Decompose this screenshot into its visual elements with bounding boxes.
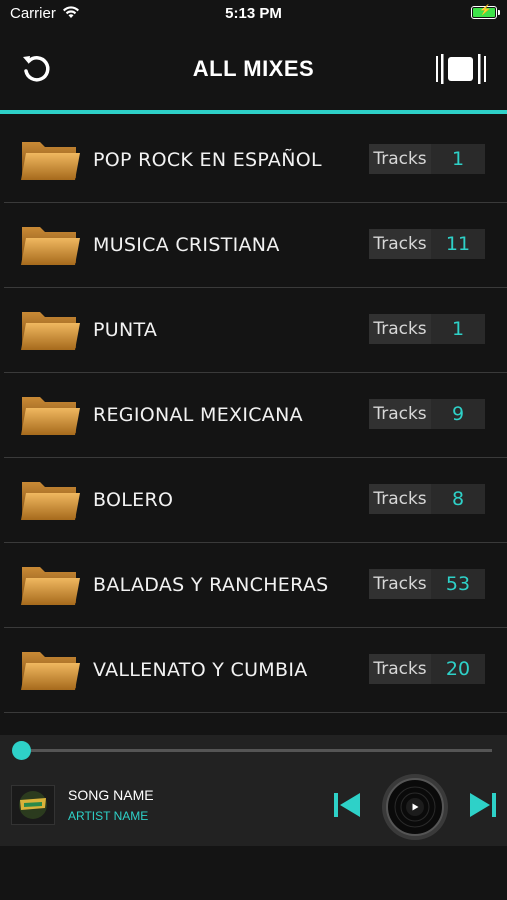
page-title: ALL MIXES xyxy=(192,56,315,81)
tracks-count: 53 xyxy=(445,573,471,595)
status-bar: Carrier 5:13 PM ⚡ xyxy=(0,0,507,28)
artist-name: ARTIST NAME xyxy=(68,809,149,823)
tracks-badge: Tracks 8 xyxy=(369,484,485,514)
mix-name: PUNTA xyxy=(93,319,158,341)
tracks-label: Tracks xyxy=(369,399,431,429)
list-item[interactable]: REGIONAL MEXICANA Tracks 9 xyxy=(4,373,507,458)
folder-icon xyxy=(20,223,80,267)
tracks-label: Tracks xyxy=(369,229,431,259)
list-item[interactable]: VALLENATO Y CUMBIA Tracks 20 xyxy=(4,628,507,713)
battery-icon: ⚡ xyxy=(471,5,500,19)
app-logo-icon[interactable] xyxy=(435,52,487,86)
tracks-label: Tracks xyxy=(369,569,431,599)
song-name: SONG NAME xyxy=(68,787,154,803)
tracks-label: Tracks xyxy=(369,484,431,514)
mix-name: BOLERO xyxy=(93,489,174,511)
tracks-badge: Tracks 1 xyxy=(369,314,485,344)
tracks-count: 8 xyxy=(451,488,465,510)
list-item[interactable]: MUSICA CRISTIANA Tracks 11 xyxy=(4,203,507,288)
folder-icon xyxy=(20,308,80,352)
clock: 5:13 PM xyxy=(225,5,282,22)
list-item[interactable]: PUNTA Tracks 1 xyxy=(4,288,507,373)
tracks-badge: Tracks 1 xyxy=(369,144,485,174)
album-art xyxy=(11,785,55,825)
mix-name: MUSICA CRISTIANA xyxy=(93,234,280,256)
folder-icon xyxy=(20,478,80,522)
folder-icon xyxy=(20,648,80,692)
mix-name: POP ROCK EN ESPAÑOL xyxy=(93,149,322,171)
mix-name: VALLENATO Y CUMBIA xyxy=(93,659,308,681)
tracks-label: Tracks xyxy=(369,144,431,174)
mix-list: POP ROCK EN ESPAÑOL Tracks 1 MUSICA CRIS… xyxy=(0,118,507,713)
tracks-label: Tracks xyxy=(369,314,431,344)
progress-thumb[interactable] xyxy=(12,741,31,760)
mix-name: BALADAS Y RANCHERAS xyxy=(93,574,329,596)
folder-icon xyxy=(20,138,80,182)
list-item[interactable]: POP ROCK EN ESPAÑOL Tracks 1 xyxy=(4,118,507,203)
tracks-badge: Tracks 11 xyxy=(369,229,485,259)
nav-bar: ALL MIXES xyxy=(0,38,507,108)
tracks-badge: Tracks 20 xyxy=(369,654,485,684)
play-icon[interactable] xyxy=(381,773,449,841)
previous-icon[interactable] xyxy=(332,792,362,818)
header-divider xyxy=(0,110,507,114)
folder-icon xyxy=(20,563,80,607)
tracks-count: 1 xyxy=(451,318,465,340)
progress-track[interactable] xyxy=(22,749,492,752)
tracks-badge: Tracks 9 xyxy=(369,399,485,429)
list-item[interactable]: BOLERO Tracks 8 xyxy=(4,458,507,543)
mini-player: SONG NAME ARTIST NAME xyxy=(0,735,507,846)
next-icon[interactable] xyxy=(468,792,498,818)
mix-name: REGIONAL MEXICANA xyxy=(93,404,303,426)
folder-icon xyxy=(20,393,80,437)
list-item[interactable]: BALADAS Y RANCHERAS Tracks 53 xyxy=(4,543,507,628)
tracks-count: 9 xyxy=(451,403,465,425)
tracks-count: 1 xyxy=(451,148,465,170)
tracks-count: 20 xyxy=(445,658,471,680)
tracks-count: 11 xyxy=(445,233,471,255)
tracks-badge: Tracks 53 xyxy=(369,569,485,599)
tracks-label: Tracks xyxy=(369,654,431,684)
